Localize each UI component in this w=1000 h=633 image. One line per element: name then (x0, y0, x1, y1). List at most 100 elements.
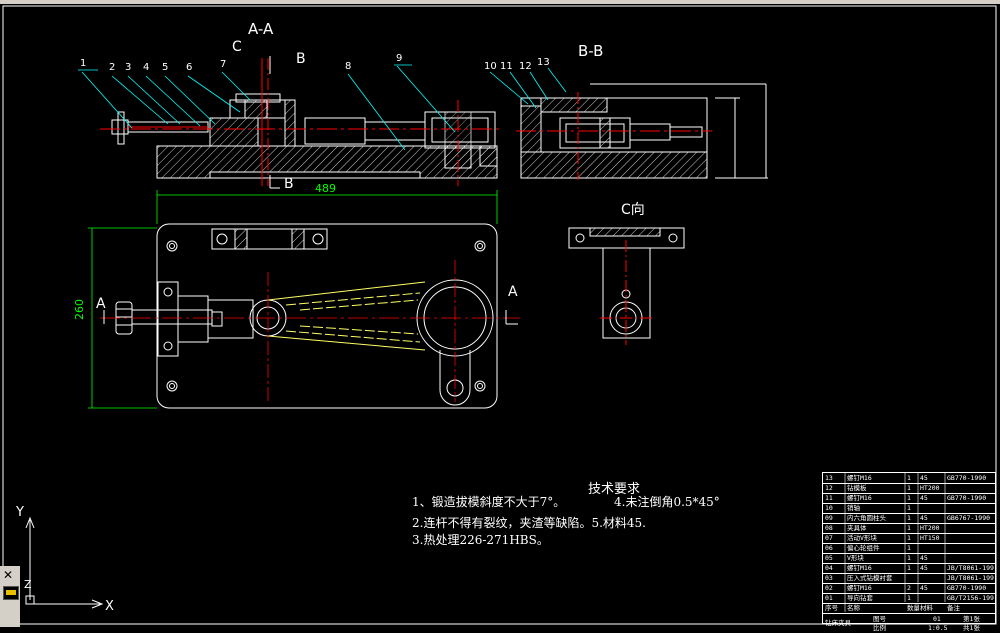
bom-cell-no: 04 (825, 564, 833, 572)
bom-cell-std (947, 553, 994, 563)
bom-cell-mat: HT150 (920, 534, 940, 542)
bom-cell-name: 导向钻套 (847, 594, 873, 602)
bom-cell-no: 10 (825, 504, 833, 512)
bom-cell-std (947, 543, 994, 553)
bom-cell-no: 09 (825, 514, 833, 522)
bom-cell-mat: 45 (920, 584, 928, 592)
plan-view (115, 223, 498, 409)
bom-cell-name: 内六角圆柱头 (847, 514, 886, 522)
bom-cell-std: JB/T8061-1995 (947, 574, 994, 582)
bom-cell-mat: 45 (920, 554, 928, 562)
bom-cell-std: GB770-1990 (947, 494, 987, 502)
bom-header-row: 序号 名称 数量 材料 备注 (823, 603, 995, 614)
bom-cell-std (947, 523, 994, 533)
callout-1: 1 (80, 58, 87, 69)
callout-11: 11 (500, 61, 513, 72)
bom-cell-mat: 45 (920, 514, 928, 522)
bom-cell-name: 螺钉M16 (847, 474, 872, 482)
bom-cell-std: JB/T8061-1995 (947, 564, 994, 572)
bom-cell-no: 11 (825, 494, 833, 502)
bom-cell-name: 钻模板 (847, 484, 867, 492)
bom-cell-std (947, 483, 994, 493)
bom-cell-qty: 1 (907, 564, 911, 572)
bom-cell-no: 07 (825, 534, 833, 542)
cut-label-b-top: B (296, 51, 306, 67)
bom-cell-name: 螺钉M16 (847, 584, 872, 592)
bom-cell-no: 12 (825, 484, 833, 492)
bom-cell-name: V形块 (847, 554, 864, 562)
cut-label-a-left: A (96, 296, 106, 312)
cut-label-a-right: A (508, 284, 518, 300)
bom-cell-qty: 1 (907, 514, 911, 522)
bom-cell-mat: HT200 (920, 484, 940, 492)
ucs-y-label: Y (16, 505, 24, 520)
bom-cell-mat: HT200 (920, 524, 940, 532)
bom-cell-qty: 1 (907, 484, 911, 492)
bom-cell-name: 活动V形块 (847, 534, 877, 542)
bom-cell-name: 螺钉M16 (847, 494, 872, 502)
bom-header-std: 备注 (947, 604, 960, 612)
plan-dimensions (88, 190, 498, 409)
bom-cell-std: GB770-1990 (947, 474, 987, 482)
callout-6: 6 (186, 62, 193, 73)
bom-cell-mat (920, 543, 945, 553)
bom-cell-no: 06 (825, 544, 833, 552)
c-view-title: C向 (621, 202, 645, 218)
bom-cell-no: 01 (825, 594, 833, 602)
bom-cell-mat (920, 503, 945, 513)
tech-req-line-3: 3.热处理226-271HBS。 (412, 533, 549, 547)
close-icon[interactable]: ✕ (3, 568, 13, 582)
bom-cell-std: GB6767-1990 (947, 514, 991, 522)
callout-2: 2 (109, 62, 116, 73)
callout-13: 13 (537, 57, 550, 68)
bom-header-mat: 材料 (920, 604, 933, 612)
callout-4: 4 (143, 62, 150, 73)
section-bb-view (516, 83, 768, 180)
ucs-icon (25, 516, 104, 609)
bom-cell-qty: 1 (907, 504, 911, 512)
link-arm (267, 281, 426, 351)
bom-cell-qty: 1 (907, 524, 911, 532)
bom-cell-qty: 1 (907, 554, 911, 562)
bom-cell-std (947, 503, 994, 513)
callout-5: 5 (162, 62, 169, 73)
callout-12: 12 (519, 61, 532, 72)
bom-cell-name: 螺钉M16 (847, 564, 872, 572)
callout-8: 8 (345, 61, 352, 72)
bom-cell-mat: 45 (920, 564, 928, 572)
bom-cell-std: GB770-1990 (947, 584, 987, 592)
bom-cell-qty: 1 (907, 494, 911, 502)
bom-cell-std: GB/T2156-1990 (947, 594, 994, 602)
tech-req-line-2: 2.连杆不得有裂纹，夹渣等缺陷。5.材料45. (412, 516, 646, 530)
bom-cell-qty: 1 (907, 534, 911, 542)
cut-label-b-bottom: B (284, 176, 294, 192)
callout-7: 7 (220, 59, 227, 70)
title-block: 钻床夹具 图号 比例 01 1:0.5 第1张 共1张 (823, 615, 995, 632)
section-bb-title: B-B (578, 42, 604, 60)
bom-cell-mat (920, 593, 945, 603)
ucs-x-label: X (105, 599, 114, 614)
bom-cell-qty: 1 (907, 594, 911, 602)
bom-cell-no: 08 (825, 524, 833, 532)
bom-cell-name: 压入式钻模衬套 (847, 574, 893, 582)
title-label-scale: 比例 (873, 624, 886, 632)
pan-icon[interactable] (3, 586, 19, 600)
bom-cell-mat (920, 573, 945, 583)
section-aa-title: A-A (248, 20, 274, 38)
bom-cell-name: 夹具体 (847, 524, 867, 532)
callout-10: 10 (484, 61, 497, 72)
bom-header-no: 序号 (825, 604, 838, 612)
bom-cell-mat: 45 (920, 474, 928, 482)
tech-req-note-4: 4.未注倒角0.5*45° (614, 495, 720, 509)
cut-label-c: C (232, 39, 242, 55)
bom-cell-qty: 2 (907, 584, 911, 592)
c-view (568, 227, 685, 345)
bom-cell-qty: 1 (907, 544, 911, 552)
title-sheets: 共1张 (963, 624, 980, 632)
tech-req-line-1: 1、锻造拔模斜度不大于7°。 (412, 495, 566, 509)
bom-header-qty: 数量 (907, 604, 919, 612)
ucs-z-label: Z (24, 578, 32, 591)
bom-cell-qty: 1 (907, 474, 911, 482)
bom-cell-no: 05 (825, 554, 833, 562)
bom-cell-qty (907, 573, 919, 583)
